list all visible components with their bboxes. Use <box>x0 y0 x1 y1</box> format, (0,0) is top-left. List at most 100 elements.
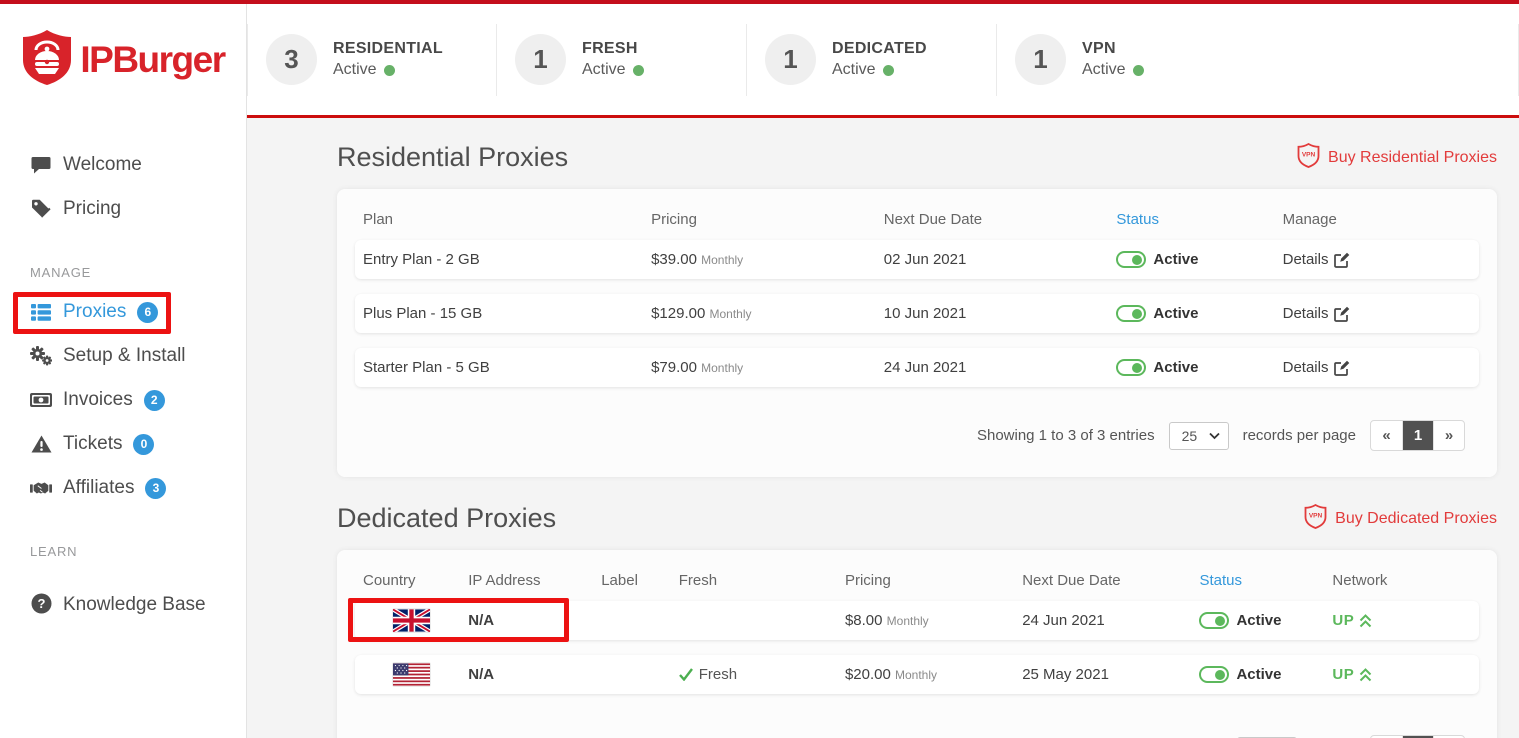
sidebar-item-proxies[interactable]: Proxies 6 <box>0 290 246 334</box>
details-button[interactable]: Details <box>1283 359 1471 376</box>
uk-flag-icon <box>393 609 430 632</box>
network-up-indicator[interactable]: UP <box>1332 612 1471 629</box>
sidebar-section-learn: LEARN <box>0 510 246 569</box>
sidebar-nav: Welcome Pricing MANAGE Proxies 6 <box>0 115 246 639</box>
comment-icon <box>30 156 52 175</box>
stat-status: Active <box>832 61 876 79</box>
col-pricing: Pricing <box>845 572 1022 589</box>
ip-address-cell: N/A <box>468 612 601 629</box>
stat-status: Active <box>582 61 626 79</box>
stat-fresh: 1 FRESH Active <box>497 24 747 96</box>
double-chevron-up-icon <box>1359 614 1372 628</box>
due-date-cell: 24 Jun 2021 <box>1022 612 1199 629</box>
stat-vpn: 1 VPN Active <box>997 24 1519 96</box>
buy-dedicated-label: Buy Dedicated Proxies <box>1335 510 1497 528</box>
due-date-cell: 10 Jun 2021 <box>884 305 1117 322</box>
table-row: Starter Plan - 5 GB $79.00 Monthly 24 Ju… <box>355 348 1479 387</box>
sidebar-item-label: Setup & Install <box>63 345 186 367</box>
sidebar-item-tickets[interactable]: Tickets 0 <box>0 422 246 466</box>
plan-cell: Entry Plan - 2 GB <box>363 251 651 268</box>
sidebar-item-label: Proxies <box>63 301 126 323</box>
buy-residential-button[interactable]: VPN Buy Residential Proxies <box>1297 143 1497 173</box>
showing-entries-text: Showing 1 to 3 of 3 entries <box>977 427 1155 444</box>
col-status[interactable]: Status <box>1199 572 1332 589</box>
col-fresh: Fresh <box>679 572 845 589</box>
edit-icon <box>1334 306 1350 322</box>
country-cell <box>363 609 468 632</box>
sidebar-item-setup-install[interactable]: Setup & Install <box>0 334 246 378</box>
sidebar-item-invoices[interactable]: Invoices 2 <box>0 378 246 422</box>
records-per-page-label: records per page <box>1243 427 1356 444</box>
status-cell: Active <box>1199 612 1332 629</box>
due-date-cell: 02 Jun 2021 <box>884 251 1117 268</box>
svg-text:?: ? <box>37 596 45 611</box>
col-plan: Plan <box>363 211 651 228</box>
table-row: N/A $8.00 Monthly 24 Jun 2021 Active UP <box>355 601 1479 640</box>
buy-residential-label: Buy Residential Proxies <box>1328 149 1497 167</box>
per-page-select-wrapper: 25 <box>1169 422 1229 450</box>
us-flag-icon <box>393 663 430 686</box>
stat-count: 1 <box>1015 34 1066 85</box>
country-cell <box>363 663 468 686</box>
affiliates-count-badge: 3 <box>145 478 166 499</box>
details-button[interactable]: Details <box>1283 305 1471 322</box>
col-next-due-date: Next Due Date <box>1022 572 1199 589</box>
svg-text:VPN: VPN <box>1309 512 1323 519</box>
check-icon <box>679 668 693 681</box>
col-status[interactable]: Status <box>1116 211 1282 228</box>
active-toggle-icon <box>1116 251 1146 268</box>
table-row: Plus Plan - 15 GB $129.00 Monthly 10 Jun… <box>355 294 1479 333</box>
dedicated-table-header: Country IP Address Label Fresh Pricing N… <box>355 562 1479 601</box>
sidebar-item-pricing[interactable]: Pricing <box>0 187 246 231</box>
residential-title: Residential Proxies <box>337 142 568 173</box>
pricing-cell: $129.00 Monthly <box>651 305 884 322</box>
handshake-icon <box>30 481 52 496</box>
col-network: Network <box>1332 572 1471 589</box>
warning-triangle-icon <box>30 435 52 453</box>
ip-address-cell: N/A <box>468 666 601 683</box>
stat-label: DEDICATED <box>832 40 927 58</box>
next-page-button[interactable]: » <box>1433 421 1464 450</box>
network-up-indicator[interactable]: UP <box>1332 666 1471 683</box>
tickets-count-badge: 0 <box>133 434 154 455</box>
logo-wordmark: IPBurger <box>80 39 224 81</box>
green-status-dot <box>633 65 644 76</box>
tag-icon <box>30 199 52 219</box>
buy-dedicated-button[interactable]: VPN Buy Dedicated Proxies <box>1304 504 1497 534</box>
sidebar-item-knowledge-base[interactable]: ? Knowledge Base <box>0 569 246 639</box>
prev-page-button[interactable]: « <box>1371 421 1402 450</box>
pricing-cell: $8.00 Monthly <box>845 612 1022 629</box>
sidebar-item-label: Invoices <box>63 389 133 411</box>
question-circle-icon: ? <box>30 593 52 614</box>
plan-cell: Starter Plan - 5 GB <box>363 359 651 376</box>
stat-count: 1 <box>515 34 566 85</box>
status-cell: Active <box>1199 666 1332 683</box>
col-manage: Manage <box>1283 211 1471 228</box>
stat-label: RESIDENTIAL <box>333 40 443 58</box>
residential-table-card: Plan Pricing Next Due Date Status Manage… <box>337 189 1497 477</box>
dedicated-title: Dedicated Proxies <box>337 503 556 534</box>
pricing-cell: $39.00 Monthly <box>651 251 884 268</box>
per-page-select[interactable]: 25 <box>1169 422 1229 450</box>
residential-pagination: Showing 1 to 3 of 3 entries 25 records p… <box>355 402 1479 467</box>
sidebar-item-affiliates[interactable]: Affiliates 3 <box>0 466 246 510</box>
sidebar-item-label: Knowledge Base <box>63 580 206 628</box>
col-country: Country <box>363 572 468 589</box>
pagination-control: « 1 » <box>1370 420 1465 451</box>
logo[interactable]: IPBurger <box>0 4 246 115</box>
active-toggle-icon <box>1199 612 1229 629</box>
col-label: Label <box>601 572 679 589</box>
details-button[interactable]: Details <box>1283 251 1471 268</box>
ipburger-shield-icon <box>21 28 73 91</box>
sidebar: IPBurger Welcome Pricing MANAGE <box>0 4 247 738</box>
stat-dedicated: 1 DEDICATED Active <box>747 24 997 96</box>
sidebar-section-manage: MANAGE <box>0 231 246 290</box>
money-icon <box>30 392 52 408</box>
sidebar-item-label: Affiliates <box>63 477 134 499</box>
sidebar-item-welcome[interactable]: Welcome <box>0 143 246 187</box>
page-number-button[interactable]: 1 <box>1402 421 1433 450</box>
vpn-shield-icon: VPN <box>1297 143 1320 173</box>
stat-label: FRESH <box>582 40 644 58</box>
active-toggle-icon <box>1116 359 1146 376</box>
table-row: N/A Fresh $20.00 Monthly 25 May 2021 Act… <box>355 655 1479 694</box>
